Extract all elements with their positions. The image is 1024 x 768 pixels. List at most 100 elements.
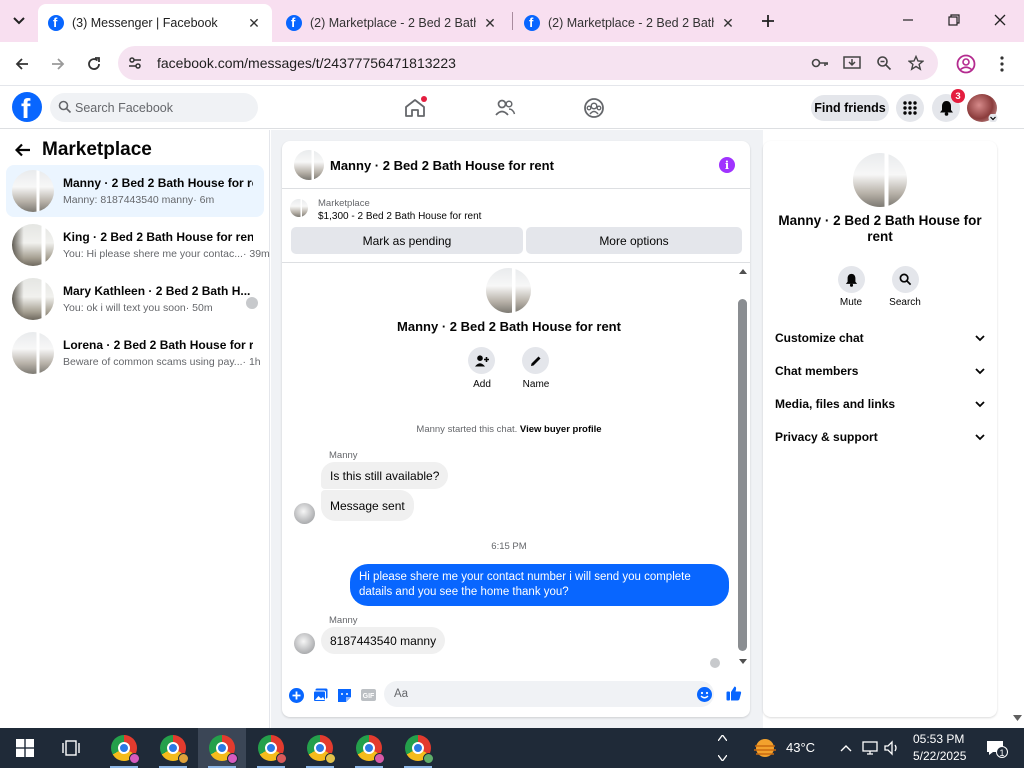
restore-icon[interactable]: [932, 6, 976, 34]
incoming-message[interactable]: Message sent: [321, 490, 414, 521]
install-app-icon[interactable]: [842, 53, 862, 73]
back-arrow-icon[interactable]: [12, 139, 34, 161]
facebook-header: Find friends: [0, 87, 1024, 129]
view-buyer-profile-link[interactable]: View buyer profile: [520, 424, 602, 435]
chat-name: Manny · 2 Bed 2 Bath House for rent: [63, 176, 253, 190]
conversation-thumbnail[interactable]: [294, 150, 324, 180]
taskbar-chrome-window-2[interactable]: [149, 728, 197, 768]
bookmark-star-icon[interactable]: [906, 53, 926, 73]
chat-item-manny[interactable]: Manny · 2 Bed 2 Bath House for rent Mann…: [6, 165, 264, 217]
show-hidden-icons-chevron-icon[interactable]: [836, 738, 856, 758]
zoom-out-icon[interactable]: [874, 53, 894, 73]
taskbar-chrome-window-6[interactable]: [345, 728, 393, 768]
forward-arrow-icon[interactable]: [44, 50, 72, 78]
chat-item-mary-kathleen[interactable]: Mary Kathleen · 2 Bed 2 Bath H... You: o…: [6, 273, 264, 325]
clock-date[interactable]: 5/22/2025: [913, 749, 966, 763]
friends-nav-icon[interactable]: [491, 94, 519, 122]
chat-item-lorena[interactable]: Lorena · 2 Bed 2 Bath House for rent Bew…: [6, 327, 264, 379]
chat-members-section[interactable]: Chat members: [775, 360, 985, 382]
weather-icon[interactable]: [752, 738, 778, 758]
privacy-support-section[interactable]: Privacy & support: [775, 426, 985, 448]
conversation-title[interactable]: Manny · 2 Bed 2 Bath House for rent: [330, 158, 554, 173]
task-view-icon[interactable]: [52, 728, 90, 768]
new-tab-plus-icon[interactable]: [756, 9, 780, 33]
facebook-logo-icon[interactable]: [12, 92, 42, 125]
info-icon[interactable]: i: [719, 157, 735, 173]
scroll-up-arrow-icon[interactable]: [737, 266, 749, 276]
marketplace-listing-row[interactable]: Marketplace $1,300 - 2 Bed 2 Bath House …: [282, 190, 750, 226]
page-scroll-down-arrow-icon[interactable]: [1011, 713, 1023, 723]
more-options-button[interactable]: More options: [526, 227, 742, 254]
edit-name-button[interactable]: [522, 347, 549, 374]
notification-count-badge: 3: [951, 89, 965, 103]
mute-button[interactable]: [838, 266, 865, 293]
incoming-message[interactable]: 8187443540 manny: [321, 627, 446, 654]
sticker-icon[interactable]: [336, 687, 352, 703]
tab-separator: [512, 12, 513, 30]
outgoing-message[interactable]: Hi please shere me your contact number i…: [350, 564, 729, 606]
browser-tab-marketplace-1[interactable]: (2) Marketplace - 2 Bed 2 Bath H ✕: [276, 4, 508, 42]
taskbar-chrome-window-3-active[interactable]: [198, 728, 246, 768]
taskbar-scroll-down-icon[interactable]: [712, 750, 732, 766]
scroll-down-arrow-icon[interactable]: [737, 656, 749, 666]
section-label: Customize chat: [775, 331, 864, 345]
account-chevron-down-icon[interactable]: [988, 114, 998, 122]
media-files-links-section[interactable]: Media, files and links: [775, 393, 985, 415]
tab-close-icon[interactable]: ✕: [720, 15, 736, 31]
minimize-icon[interactable]: [886, 6, 930, 34]
clock-time[interactable]: 05:53 PM: [913, 732, 964, 746]
password-key-icon[interactable]: [810, 53, 830, 73]
notification-center-count: 1: [996, 746, 1008, 758]
network-icon[interactable]: [860, 738, 880, 758]
customize-chat-section[interactable]: Customize chat: [775, 327, 985, 349]
chat-name: King · 2 Bed 2 Bath House for rent: [63, 230, 253, 244]
chat-item-king[interactable]: King · 2 Bed 2 Bath House for rent You: …: [6, 219, 270, 271]
sender-avatar[interactable]: [294, 633, 315, 654]
message-input[interactable]: [384, 681, 714, 707]
tab-title: (2) Marketplace - 2 Bed 2 Bath H: [548, 16, 714, 30]
volume-icon[interactable]: [882, 738, 902, 758]
taskbar-chrome-window-5[interactable]: [296, 728, 344, 768]
home-nav-icon[interactable]: [401, 94, 429, 122]
gif-icon[interactable]: GIF: [360, 687, 376, 703]
photo-icon[interactable]: [312, 687, 328, 703]
close-window-icon[interactable]: [978, 6, 1022, 34]
taskbar-chrome-window-7[interactable]: [394, 728, 442, 768]
find-friends-button[interactable]: Find friends: [811, 95, 889, 121]
back-arrow-icon[interactable]: [8, 50, 36, 78]
tab-search-chevron-icon[interactable]: [8, 10, 30, 32]
plus-circle-icon[interactable]: [288, 687, 304, 703]
message-sender: Manny: [329, 450, 358, 461]
chrome-icon: [356, 735, 385, 764]
search-in-conversation-button[interactable]: [892, 266, 919, 293]
conversation-scrollbar[interactable]: [738, 299, 747, 651]
search-input[interactable]: [75, 93, 251, 122]
site-info-icon[interactable]: [126, 54, 144, 72]
facebook-search[interactable]: [50, 93, 258, 122]
taskbar-scroll-up-icon[interactable]: [712, 730, 732, 746]
emoji-icon[interactable]: [696, 686, 712, 702]
browser-menu-kebab-icon[interactable]: [988, 50, 1016, 78]
menu-grid-icon[interactable]: [896, 94, 924, 122]
conversation-profile-picture: [486, 268, 531, 313]
mark-as-pending-button[interactable]: Mark as pending: [291, 227, 523, 254]
add-label: Add: [473, 379, 491, 390]
tab-close-icon[interactable]: ✕: [246, 15, 262, 31]
incoming-message[interactable]: Is this still available?: [321, 462, 449, 489]
browser-profile-icon[interactable]: [952, 50, 980, 78]
url-text[interactable]: facebook.com/messages/t/2437775647181322…: [157, 55, 456, 71]
weather-temperature[interactable]: 43°C: [786, 740, 815, 755]
groups-nav-icon[interactable]: [580, 94, 608, 122]
windows-start-icon[interactable]: [6, 728, 44, 768]
add-person-button[interactable]: [468, 347, 495, 374]
reload-icon[interactable]: [80, 50, 108, 78]
browser-tab-messenger[interactable]: (3) Messenger | Facebook ✕: [38, 4, 272, 42]
browser-tab-marketplace-2[interactable]: (2) Marketplace - 2 Bed 2 Bath H ✕: [514, 4, 746, 42]
chrome-icon: [405, 735, 434, 764]
thumbs-up-icon[interactable]: [726, 685, 742, 701]
taskbar-chrome-window-1[interactable]: [100, 728, 148, 768]
taskbar-chrome-window-4[interactable]: [247, 728, 295, 768]
tab-close-icon[interactable]: ✕: [482, 15, 498, 31]
sender-avatar[interactable]: [294, 503, 315, 524]
address-bar[interactable]: facebook.com/messages/t/2437775647181322…: [118, 46, 938, 80]
